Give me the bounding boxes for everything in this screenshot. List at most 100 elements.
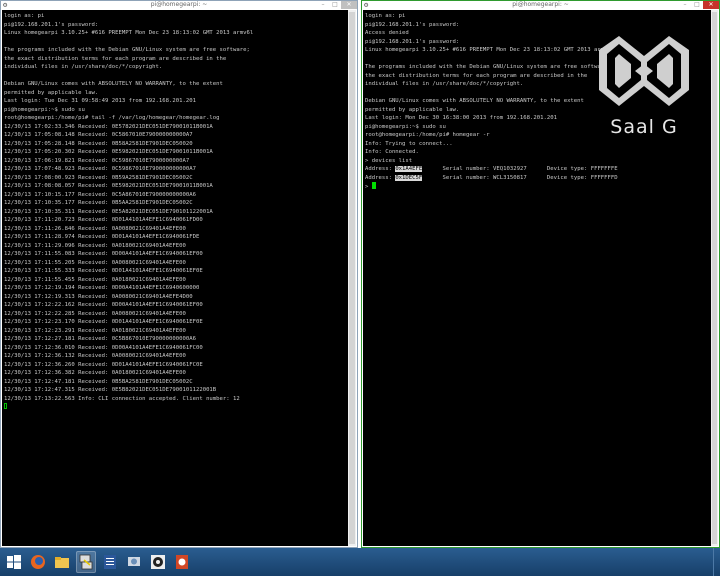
firefox-icon [31,555,45,569]
vertical-scrollbar[interactable] [348,10,356,546]
terminal-line: 12/30/13 17:12:23.291 Received: 0A018002… [4,327,186,334]
terminal-line: 12/30/13 17:12:19.194 Received: 0D00A410… [4,285,200,291]
window-title: pi@homegearpi: ~ [150,1,208,8]
terminal-output[interactable]: login as: pi pi@192.168.201.1's password:… [363,10,711,546]
terminal-line [4,403,346,412]
prompt-symbol: > [365,184,369,190]
terminal-line: 12/30/13 17:12:23.170 Received: 0D01A410… [4,319,203,325]
maximize-icon[interactable]: □ [691,1,703,9]
terminal-line: Debian GNU/Linux comes with ABSOLUTELY N… [4,81,223,87]
logo-text: Saal G [610,116,678,138]
device-type-label: Device type: [546,174,591,181]
prompt-line[interactable]: > [365,182,709,191]
terminal-line: 12/30/13 17:11:20.723 Received: 0D01A410… [4,217,203,223]
scrollbar-thumb[interactable] [349,12,355,544]
terminal-line: Info: Connected. [365,149,419,155]
terminal-line: 12/30/13 17:12:36.010 Received: 0D00A410… [4,344,203,351]
start-button[interactable] [4,551,24,573]
word-icon [104,555,116,569]
scrollbar-thumb[interactable] [712,12,717,544]
terminal-line: 12/30/13 17:11:55.205 Received: 0A008002… [4,259,186,266]
close-icon[interactable]: ✕ [703,1,719,9]
start-icon [7,555,21,569]
file-explorer-icon [55,557,69,568]
terminal-line: 12/30/13 17:11:28.974 Received: 0D01A410… [4,234,200,240]
powerpoint-icon [176,555,188,569]
taskbar-powerpoint[interactable] [172,551,192,573]
terminal-line: 12/30/13 17:08:08.057 Received: 0E598202… [4,183,213,189]
show-desktop-button[interactable] [713,548,720,576]
device-prefix: Address: [365,174,396,181]
putty-window-left[interactable]: ⚙ pi@homegearpi: ~ – □ ✕ login as: pi pi@… [0,0,358,548]
terminal-line: 12/30/13 17:02:33.346 Received: 0E578202… [4,123,213,130]
device-serial-label: Serial number: [442,174,494,181]
terminal-line: 12/30/13 17:12:47.181 Received: 0B5BA258… [4,378,193,385]
terminal-line: 12/30/13 17:10:35.311 Received: 0E5A8202… [4,208,213,215]
terminal-line: Last login: Tue Dec 31 09:58:49 2013 fro… [4,98,196,104]
putty-icon [79,554,93,570]
network-tool-icon [128,557,140,566]
device-type-label: Device type: [546,166,591,172]
terminal-line: 12/30/13 17:08:00.923 Received: 0B59A258… [4,174,193,181]
terminal-line: 12/30/13 17:07:48.923 Received: 0C598670… [4,166,196,172]
terminal-line: 12/30/13 17:05:08.148 Received: 0C586701… [4,132,193,138]
device-serial: WCL3150817 [493,174,527,181]
taskbar [0,548,720,576]
device-type: FFFFFFFE [590,166,618,172]
taskbar-explorer[interactable] [52,551,72,573]
putty-window-right[interactable]: ⚙ pi@homegearpi: ~ – □ ✕ login as: pi pi@… [361,0,720,548]
terminal-line: 12/30/13 17:05:20.302 Received: 0E598202… [4,149,213,155]
terminal-line: pi@homegearpi:~$ sudo su [4,106,85,113]
vertical-scrollbar[interactable] [711,10,718,546]
terminal-line: 12/30/13 17:12:36.382 Received: 0A018002… [4,370,186,376]
device-serial: VEQ1032927 [493,166,527,172]
terminal-line: 12/30/13 17:12:27.181 Received: 0C5B8670… [4,336,196,342]
obs-icon [151,555,165,569]
terminal-line: 12/30/13 17:12:22.285 Received: 0A008002… [4,310,186,317]
device-type: FFFFFFFD [590,174,618,181]
terminal-line: permitted by applicable law. [4,89,99,96]
window-title: pi@homegearpi: ~ [512,1,569,8]
taskbar-word[interactable] [100,551,120,573]
taskbar-firefox[interactable] [28,551,48,573]
text-cursor [4,403,7,409]
logo-mark-icon [599,36,689,106]
terminal-line: 12/30/13 17:13:22.563 Info: CLI connecti… [4,395,240,402]
device-row: Address: 0x1A4EFE Serial number: VEQ1032… [365,165,709,174]
terminal-line: pi@192.168.201.1's password: [4,21,99,28]
terminal-line: 12/30/13 17:11:55.333 Received: 0D01A410… [4,268,203,274]
terminal-line: individual files in /usr/share/doc/*/cop… [4,64,163,70]
taskbar-putty[interactable] [76,551,96,573]
terminal-line: The programs included with the Debian GN… [4,47,250,53]
device-row: Address: 0x1DEC5F Serial number: WCL3150… [365,174,709,183]
terminal-line: root@homegearpi:/home/pi# tail -f /var/l… [4,115,220,121]
terminal-line: Info: Trying to connect... [365,140,453,147]
taskbar-obs[interactable] [148,551,168,573]
terminal-line: 12/30/13 17:10:15.177 Received: 0C5A8670… [4,191,196,198]
device-address: 0x1DEC5F [395,174,423,181]
close-icon[interactable]: ✕ [341,1,357,9]
terminal-line: login as: pi [4,13,45,19]
terminal-line: 12/30/13 17:12:36.132 Received: 0A008002… [4,353,186,359]
terminal-output[interactable]: login as: pi pi@192.168.201.1's password:… [2,10,348,546]
terminal-line: 12/30/13 17:11:29.096 Received: 0A018002… [4,242,186,249]
title-bar[interactable]: ⚙ pi@homegearpi: ~ – □ ✕ [1,1,357,9]
terminal-line: 12/30/13 17:10:35.177 Received: 0B5AA258… [4,200,193,206]
terminal-line: the exact distribution terms for each pr… [4,55,227,62]
minimize-icon[interactable]: – [317,1,329,9]
terminal-line: 12/30/13 17:12:47.315 Received: 0E5B8202… [4,387,217,393]
terminal-line: login as: pi [365,13,406,19]
terminal-line: > devices list [365,157,413,164]
device-address: 0x1A4EFE [395,166,423,172]
title-bar[interactable]: ⚙ pi@homegearpi: ~ – □ ✕ [362,1,719,9]
terminal-line: 12/30/13 17:12:22.162 Received: 0D00A410… [4,302,203,308]
terminal-line: 12/30/13 17:06:19.821 Received: 0C598670… [4,157,190,164]
terminal-line: 12/30/13 17:11:55.083 Received: 0D00A410… [4,251,203,257]
terminal-line: 12/30/13 17:12:36.260 Received: 0D01A410… [4,361,203,368]
maximize-icon[interactable]: □ [329,1,341,9]
taskbar-network-tool[interactable] [124,551,144,573]
minimize-icon[interactable]: – [679,1,691,9]
terminal-line: 12/30/13 17:11:55.455 Received: 0A018002… [4,276,186,283]
terminal-line: 12/30/13 17:12:19.313 Received: 0A008002… [4,293,193,300]
